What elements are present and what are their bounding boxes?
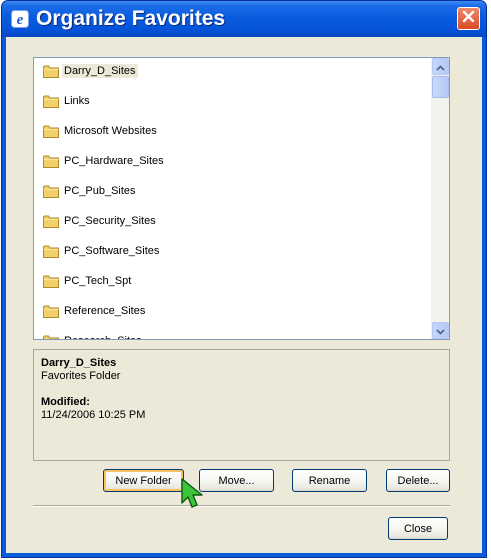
folder-list-item-label: Research_Sites	[62, 334, 144, 339]
folder-icon	[43, 245, 59, 258]
mouse-cursor-icon	[180, 477, 206, 509]
folder-details-panel: Darry_D_Sites Favorites Folder Modified:…	[33, 349, 450, 461]
vertical-scrollbar[interactable]	[431, 58, 449, 339]
folder-list-item-label: Darry_D_Sites	[62, 64, 138, 78]
detail-folder-type: Favorites Folder	[41, 370, 121, 382]
window-title: Organize Favorites	[36, 7, 226, 30]
folder-icon	[43, 215, 59, 228]
folder-icon	[43, 95, 59, 108]
title-bar[interactable]: e Organize Favorites	[2, 1, 486, 37]
folder-list-item-label: PC_Tech_Spt	[64, 275, 132, 287]
folder-icon	[43, 275, 59, 288]
folder-list-item-label: Reference_Sites	[64, 305, 146, 317]
folder-list-item[interactable]: PC_Pub_Sites	[34, 180, 431, 202]
detail-modified-value: 11/24/2006 10:25 PM	[41, 409, 146, 421]
folder-list-item[interactable]: Links	[34, 90, 431, 112]
folder-list-item[interactable]: PC_Tech_Spt	[34, 270, 431, 292]
scroll-down-icon	[436, 322, 445, 340]
rename-button-label: Rename	[308, 474, 351, 487]
folder-list-item-label: PC_Software_Sites	[64, 245, 160, 257]
detail-modified-label: Modified:	[41, 396, 90, 408]
delete-button[interactable]: Delete...	[386, 469, 450, 492]
scroll-down-button[interactable]	[432, 322, 449, 339]
rename-button[interactable]: Rename	[292, 469, 367, 492]
close-icon	[462, 10, 475, 28]
folder-list-item[interactable]: PC_Hardware_Sites	[34, 150, 431, 172]
folder-icon	[43, 155, 59, 168]
button-separator	[33, 505, 450, 507]
move-button[interactable]: Move...	[199, 469, 274, 492]
folder-list-item[interactable]: PC_Software_Sites	[34, 240, 431, 262]
scroll-up-icon	[436, 58, 445, 76]
folder-icon	[43, 305, 59, 318]
folder-icon	[43, 185, 59, 198]
folder-list-item-label: PC_Security_Sites	[64, 215, 156, 227]
close-button-label: Close	[403, 522, 433, 535]
folder-list-item-label: Links	[64, 95, 90, 107]
scroll-up-button[interactable]	[432, 58, 449, 75]
close-button[interactable]: Close	[388, 517, 448, 540]
new-folder-button[interactable]: New Folder	[103, 469, 184, 492]
folder-list-item-label: Microsoft Websites	[64, 125, 157, 137]
folder-list-item[interactable]: Darry_D_Sites	[34, 60, 431, 82]
folder-list-item[interactable]: Reference_Sites	[34, 300, 431, 322]
dialog-client-area: Darry_D_Sites Links Microsoft Websites PC_H…	[6, 37, 482, 553]
folder-list-item[interactable]: Microsoft Websites	[34, 120, 431, 142]
organize-favorites-window: e Organize Favorites Darry_D_Sites Links M…	[1, 0, 487, 558]
ie-icon: e	[11, 10, 29, 28]
new-folder-button-label: New Folder	[115, 474, 172, 487]
folder-list-item[interactable]: Research_Sites	[34, 330, 431, 339]
folder-list-item[interactable]: PC_Security_Sites	[34, 210, 431, 232]
folder-icon	[43, 335, 59, 339]
svg-text:e: e	[17, 12, 24, 28]
close-window-button[interactable]	[457, 7, 480, 30]
move-button-label: Move...	[218, 474, 255, 487]
detail-folder-name: Darry_D_Sites	[41, 357, 117, 369]
favorites-folder-list[interactable]: Darry_D_Sites Links Microsoft Websites PC_H…	[33, 57, 450, 340]
folder-icon	[43, 65, 59, 78]
delete-button-label: Delete...	[397, 474, 439, 487]
folder-icon	[43, 125, 59, 138]
folder-list-item-label: PC_Hardware_Sites	[64, 155, 164, 167]
scrollbar-thumb[interactable]	[432, 76, 449, 98]
folder-list-item-label: PC_Pub_Sites	[64, 185, 136, 197]
